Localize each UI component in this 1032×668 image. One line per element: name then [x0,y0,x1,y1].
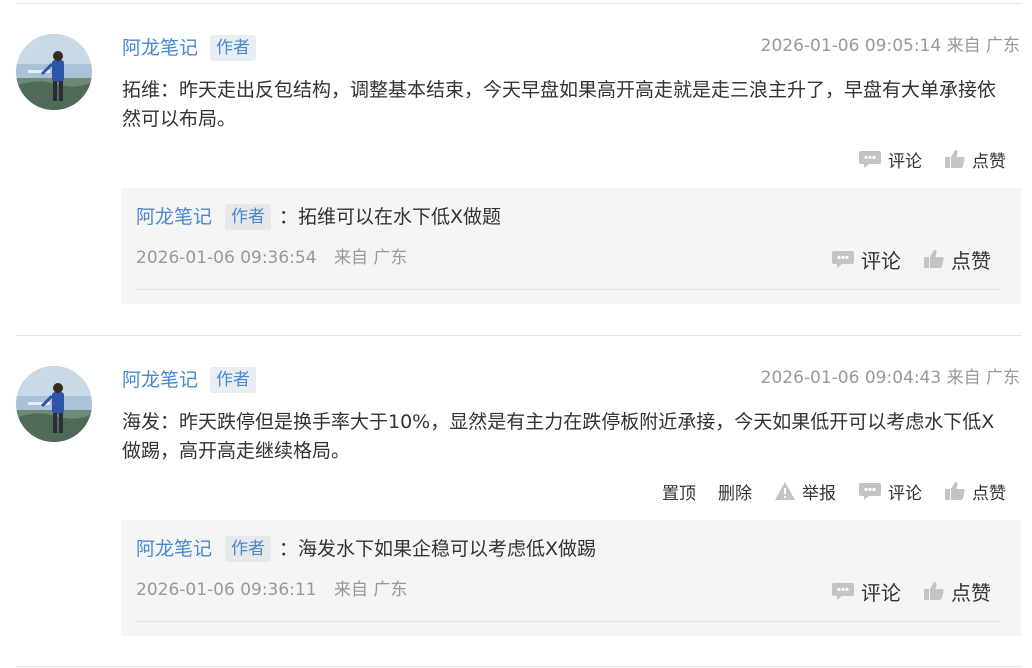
comment-bubble-icon [858,481,882,501]
reply-divider [136,621,1001,622]
author-badge: 作者 [225,536,271,562]
thumbs-up-icon [944,149,966,169]
like-label: 点赞 [972,483,1006,504]
reply-divider [136,289,1001,290]
comment-label: 评论 [861,248,901,273]
reply-actions: 评论 点赞 [831,576,991,606]
avatar[interactable] [16,366,92,442]
comment-divider [16,666,1022,667]
thumbs-up-icon [923,581,945,601]
comment-meta: 2026-01-06 09:05:14 来自 广东 [760,36,1020,56]
report-label: 举报 [802,483,836,504]
delete-label: 删除 [718,483,752,504]
comment-button[interactable]: 评论 [858,479,922,504]
reply-like-button[interactable]: 点赞 [923,577,991,606]
comment-label: 评论 [888,151,922,172]
reply-text: ：拓维可以在水下低X做题 [279,206,502,228]
author-badge: 作者 [210,367,256,393]
like-button[interactable]: 点赞 [944,147,1006,172]
author-badge: 作者 [210,35,256,61]
reply-comment-button[interactable]: 评论 [831,577,901,606]
comment-actions: 置顶 删除 举报 评论 点赞 [662,478,1006,504]
thumbs-up-icon [923,249,945,269]
comment-meta: 2026-01-06 09:04:43 来自 广东 [760,368,1020,388]
comment-author[interactable]: 阿龙笔记 [122,35,198,61]
report-button[interactable]: 举报 [774,479,836,504]
comment-label: 评论 [861,580,901,605]
comment-bubble-icon [831,249,855,269]
reply-time: 2026-01-06 09:36:11 [136,580,317,600]
comment-bubble-icon [831,581,855,601]
comment-button[interactable]: 评论 [858,147,922,172]
reply-author[interactable]: 阿龙笔记 [136,535,212,563]
comment-text: 拓维：昨天走出反包结构，调整基本结束，今天早盘如果高开高走就是走三浪主升了，早盘… [122,79,997,130]
reply-author[interactable]: 阿龙笔记 [136,203,212,231]
comment-bubble-icon [858,149,882,169]
top-divider [16,3,1022,4]
reply-location: 来自 广东 [334,248,408,268]
delete-button[interactable]: 删除 [718,479,752,504]
thumbs-up-icon [944,481,966,501]
comment-actions: 评论 点赞 [858,146,1006,172]
pin-button[interactable]: 置顶 [662,479,696,504]
author-badge: 作者 [225,204,271,230]
reply-box: 阿龙笔记 作者 ：海发水下如果企稳可以考虑低X做踢 2026-01-06 09:… [121,520,1021,636]
comment-divider [16,335,1022,336]
like-button[interactable]: 点赞 [944,479,1006,504]
comment-author[interactable]: 阿龙笔记 [122,367,198,393]
reply-comment-button[interactable]: 评论 [831,245,901,274]
reply-time: 2026-01-06 09:36:54 [136,248,317,268]
comment-text: 海发：昨天跌停但是换手率大于10%，显然是有主力在跌停板附近承接，今天如果低开可… [122,411,995,462]
reply-text: ：海发水下如果企稳可以考虑低X做踢 [279,538,597,560]
warning-icon [774,481,796,501]
comment-label: 评论 [888,483,922,504]
like-label: 点赞 [951,580,991,605]
like-label: 点赞 [972,151,1006,172]
avatar[interactable] [16,34,92,110]
like-label: 点赞 [951,248,991,273]
reply-location: 来自 广东 [334,580,408,600]
reply-actions: 评论 点赞 [831,244,991,274]
reply-like-button[interactable]: 点赞 [923,245,991,274]
pin-label: 置顶 [662,483,696,504]
reply-box: 阿龙笔记 作者 ：拓维可以在水下低X做题 2026-01-06 09:36:54… [121,188,1021,304]
